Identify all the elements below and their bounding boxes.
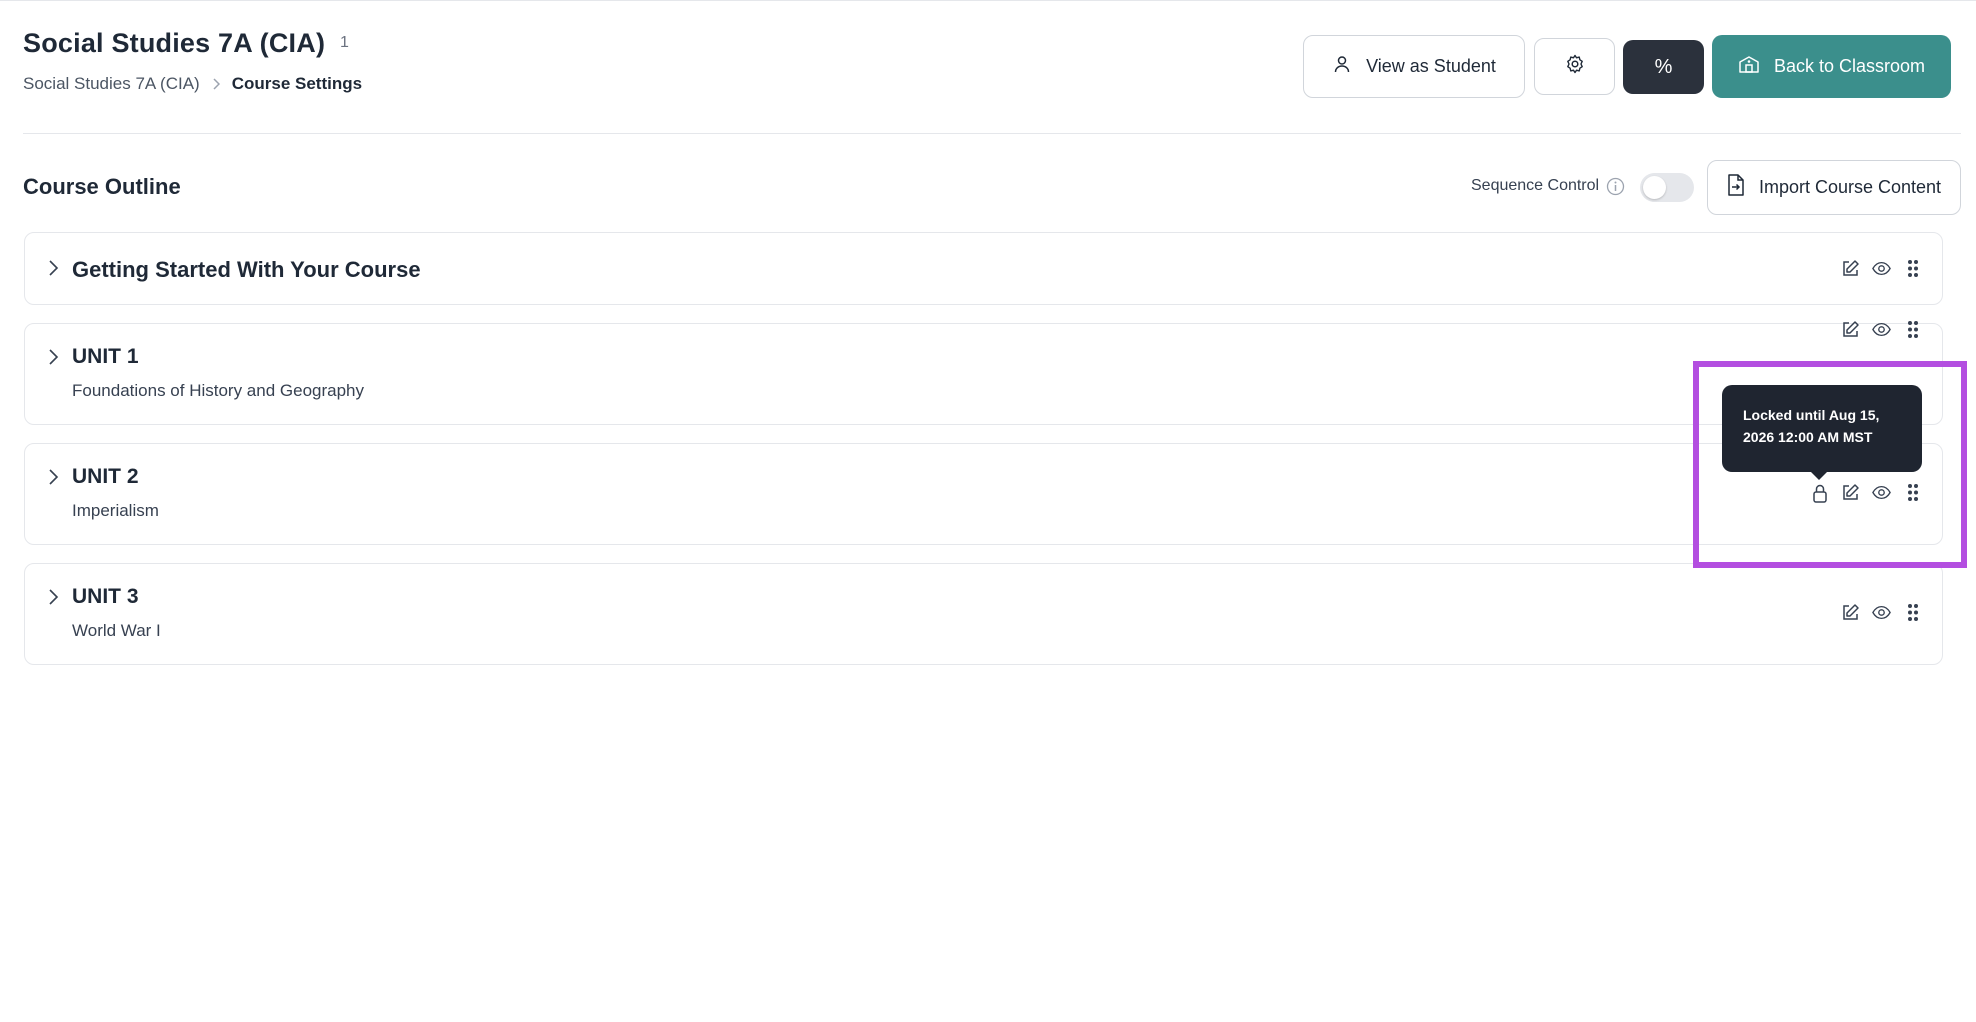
classroom-icon bbox=[1738, 54, 1760, 79]
title-count: 1 bbox=[340, 34, 349, 51]
drag-handle-icon[interactable] bbox=[1903, 483, 1922, 502]
eye-icon[interactable] bbox=[1872, 483, 1891, 502]
row-actions bbox=[1841, 603, 1922, 622]
drag-handle-icon[interactable] bbox=[1903, 259, 1922, 278]
row-title: UNIT 1 bbox=[72, 345, 139, 368]
view-as-student-button[interactable]: View as Student bbox=[1303, 35, 1525, 98]
course-settings-page: Social Studies 7A (CIA) 1 Social Studies… bbox=[0, 0, 1976, 1022]
row-actions bbox=[1841, 320, 1922, 339]
grading-percent-button[interactable]: % bbox=[1623, 40, 1704, 94]
chevron-right-icon[interactable] bbox=[47, 348, 59, 371]
row-actions bbox=[1810, 483, 1922, 503]
edit-icon[interactable] bbox=[1841, 603, 1860, 622]
chevron-right-icon bbox=[212, 78, 220, 90]
course-outline-title: Course Outline bbox=[23, 174, 181, 199]
lock-icon[interactable] bbox=[1810, 483, 1829, 503]
outline-row-unit-3[interactable]: UNIT 3 World War I bbox=[24, 563, 1943, 665]
row-title: Getting Started With Your Course bbox=[72, 257, 421, 282]
back-to-classroom-button[interactable]: Back to Classroom bbox=[1712, 35, 1951, 98]
toggle-knob bbox=[1643, 176, 1666, 199]
top-border bbox=[0, 0, 1976, 1]
back-to-classroom-label: Back to Classroom bbox=[1773, 56, 1926, 76]
sequence-control-toggle[interactable] bbox=[1640, 173, 1694, 202]
row-title: UNIT 3 bbox=[72, 585, 139, 608]
edit-icon[interactable] bbox=[1841, 483, 1860, 502]
drag-handle-icon[interactable] bbox=[1903, 320, 1922, 339]
page-title: Social Studies 7A (CIA) bbox=[23, 28, 326, 58]
row-subtitle: Imperialism bbox=[72, 501, 159, 520]
outline-row-unit-2[interactable]: UNIT 2 Imperialism bbox=[24, 443, 1943, 545]
lock-tooltip: Locked until Aug 15, 2026 12:00 AM MST bbox=[1722, 385, 1922, 480]
row-title: UNIT 2 bbox=[72, 465, 139, 488]
file-import-icon bbox=[1727, 174, 1745, 201]
import-course-content-button[interactable]: Import Course Content bbox=[1707, 160, 1961, 215]
outline-row-getting-started[interactable]: Getting Started With Your Course bbox=[24, 232, 1943, 305]
gear-icon bbox=[1565, 54, 1585, 79]
header-divider bbox=[23, 133, 1961, 134]
import-course-content-label: Import Course Content bbox=[1758, 177, 1942, 197]
outline-row-unit-1[interactable]: UNIT 1 Foundations of History and Geogra… bbox=[24, 320, 1943, 425]
edit-icon[interactable] bbox=[1841, 259, 1860, 278]
breadcrumb-parent-link[interactable]: Social Studies 7A (CIA) bbox=[23, 74, 200, 94]
chevron-right-icon[interactable] bbox=[47, 468, 59, 491]
chevron-right-icon[interactable] bbox=[47, 588, 59, 611]
settings-button[interactable] bbox=[1534, 38, 1615, 95]
chevron-right-icon[interactable] bbox=[47, 259, 59, 282]
user-icon bbox=[1332, 54, 1352, 79]
row-subtitle: World War I bbox=[72, 621, 161, 640]
row-actions bbox=[1841, 259, 1922, 278]
drag-handle-icon[interactable] bbox=[1903, 603, 1922, 622]
row-subtitle: Foundations of History and Geography bbox=[72, 381, 365, 400]
breadcrumb: Social Studies 7A (CIA) Course Settings bbox=[23, 74, 362, 94]
breadcrumb-current: Course Settings bbox=[231, 74, 363, 93]
eye-icon[interactable] bbox=[1872, 320, 1891, 339]
view-as-student-label: View as Student bbox=[1366, 56, 1496, 76]
eye-icon[interactable] bbox=[1872, 259, 1891, 278]
eye-icon[interactable] bbox=[1872, 603, 1891, 622]
sequence-control-label: Sequence Control bbox=[1471, 177, 1600, 194]
edit-icon[interactable] bbox=[1841, 320, 1860, 339]
percent-label: % bbox=[1654, 55, 1673, 78]
info-icon[interactable] bbox=[1606, 177, 1625, 201]
